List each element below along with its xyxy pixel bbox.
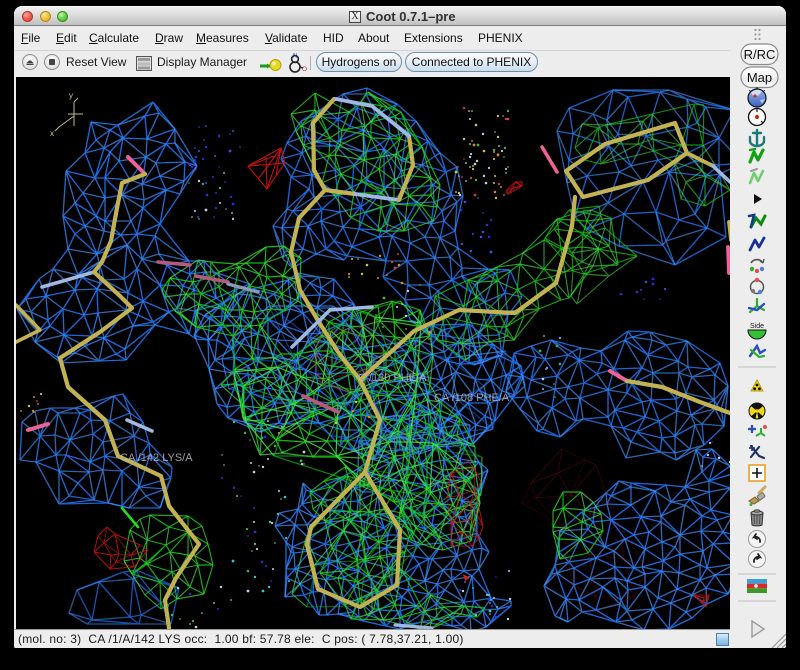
svg-text:CA /142 LYS/A: CA /142 LYS/A [120, 452, 193, 464]
svg-text:O: O [302, 66, 307, 73]
svg-text:Side: Side [750, 323, 764, 330]
svg-text:x: x [50, 129, 54, 138]
svg-text:CA /108 PHE/A: CA /108 PHE/A [434, 392, 510, 404]
svg-text:N: N [293, 54, 297, 60]
svg-text:Map: Map [747, 70, 772, 85]
svg-text:R/RC: R/RC [744, 47, 776, 62]
svg-text:y: y [69, 91, 73, 100]
svg-text:C /130 PHE/A: C /130 PHE/A [358, 372, 427, 384]
